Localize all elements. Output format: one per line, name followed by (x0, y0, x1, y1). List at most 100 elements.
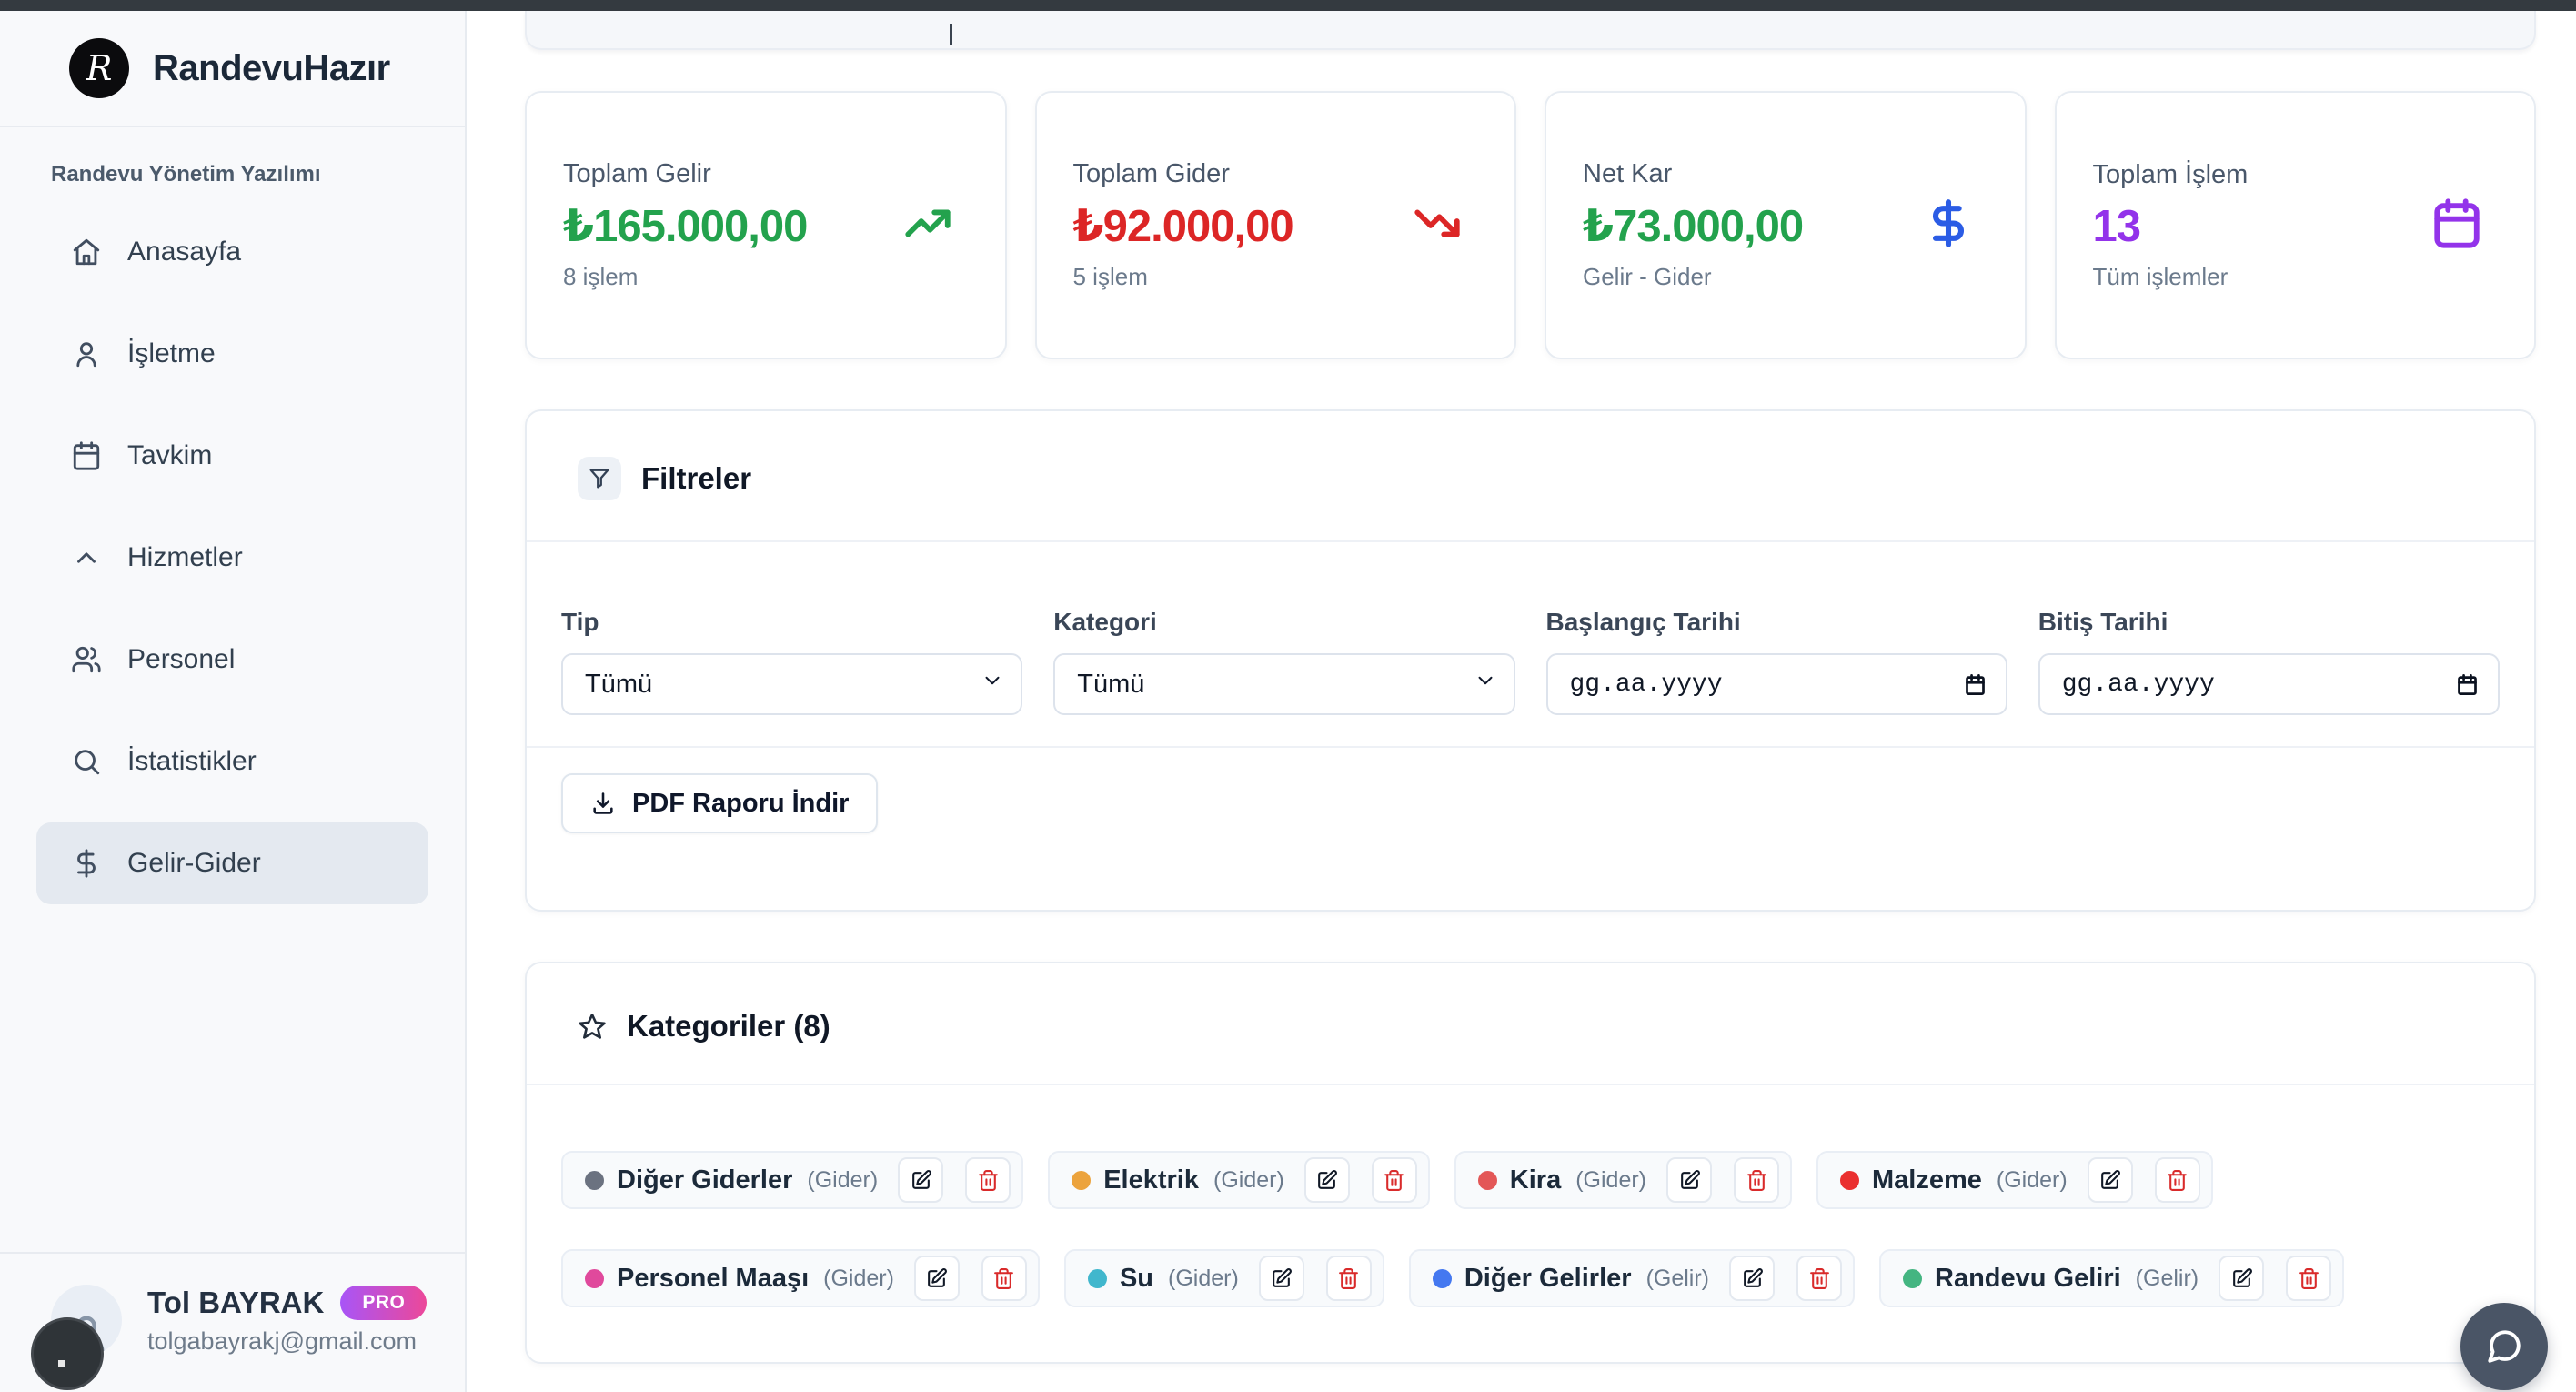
category-chip: Su (Gider) (1064, 1249, 1384, 1307)
delete-category-button[interactable] (2155, 1157, 2200, 1203)
home-icon (71, 237, 102, 267)
category-color-dot (1088, 1269, 1107, 1288)
category-chip: Malzeme (Gider) (1816, 1151, 2213, 1209)
date-picker-icon[interactable] (2455, 672, 2480, 697)
pdf-download-button[interactable]: PDF Raporu İndir (561, 773, 878, 833)
sidebar-item-anasayfa[interactable]: Anasayfa (36, 211, 428, 293)
edit-icon (2230, 1267, 2253, 1290)
user-box: Tol BAYRAK PRO tolgabayrakj@gmail.com (0, 1252, 465, 1392)
end-date-placeholder: gg.aa.yyyy (2062, 671, 2215, 699)
delete-category-button[interactable] (2286, 1256, 2331, 1301)
edit-category-button[interactable] (1729, 1256, 1775, 1301)
sidebar-item-isletme[interactable]: İşletme (36, 313, 428, 395)
edit-category-button[interactable] (1304, 1157, 1350, 1203)
sidebar-item-tavkim[interactable]: Tavkim (36, 415, 428, 497)
user-name: Tol BAYRAK (147, 1286, 324, 1320)
scrolled-card-remnant (525, 11, 2536, 50)
sidebar-item-label: İstatistikler (127, 746, 257, 777)
sidebar-item-hizmetler[interactable]: Hizmetler (36, 517, 428, 599)
delete-category-button[interactable] (981, 1256, 1027, 1301)
category-color-dot (585, 1269, 604, 1288)
kategori-select[interactable]: Tümü (1053, 653, 1514, 715)
tip-select[interactable]: Tümü (561, 653, 1022, 715)
top-dark-bar (0, 0, 2576, 11)
chevron-up-icon (71, 542, 102, 573)
category-type: (Gelir) (2136, 1266, 2199, 1292)
sidebar-item-gelir-gider[interactable]: Gelir-Gider (36, 822, 428, 904)
edit-category-button[interactable] (914, 1256, 960, 1301)
category-type: (Gider) (1997, 1167, 2068, 1194)
tip-label: Tip (561, 608, 1022, 637)
sidebar-item-personel[interactable]: Personel (36, 619, 428, 701)
stat-card-toplam-islem: Toplam İşlem 13 Tüm işlemler (2055, 91, 2537, 359)
delete-category-button[interactable] (1372, 1157, 1417, 1203)
stat-label: Toplam Gider (1073, 159, 1515, 189)
category-name: Elektrik (1103, 1165, 1199, 1195)
edit-category-button[interactable] (898, 1157, 943, 1203)
category-color-dot (1840, 1171, 1859, 1190)
sidebar-item-label: Gelir-Gider (127, 848, 261, 879)
chat-bubble-button[interactable] (2460, 1303, 2548, 1390)
category-chip: Personel Maaşı (Gider) (561, 1249, 1040, 1307)
category-type: (Gider) (807, 1167, 878, 1194)
category-color-dot (1072, 1171, 1091, 1190)
sidebar-item-label: Personel (127, 644, 235, 675)
dollar-icon (71, 848, 102, 879)
stat-card-toplam-gider: Toplam Gider ₺92.000,00 5 işlem (1035, 91, 1517, 359)
categories-panel: Kategoriler (8) Diğer Giderler (Gider) E… (525, 962, 2536, 1364)
category-chip: Kira (Gider) (1454, 1151, 1792, 1209)
end-date-input[interactable]: gg.aa.yyyy (2038, 653, 2500, 715)
edit-category-button[interactable] (1259, 1256, 1304, 1301)
stat-sub: 8 işlem (563, 263, 1005, 291)
category-chip: Diğer Gelirler (Gelir) (1409, 1249, 1855, 1307)
start-date-placeholder: gg.aa.yyyy (1570, 671, 1723, 699)
category-chip: Diğer Giderler (Gider) (561, 1151, 1023, 1209)
delete-category-button[interactable] (965, 1157, 1011, 1203)
delete-category-button[interactable] (1734, 1157, 1779, 1203)
sidebar-item-istatistikler[interactable]: İstatistikler (36, 721, 428, 802)
date-picker-icon[interactable] (1963, 672, 1987, 697)
stat-label: Toplam İşlem (2093, 160, 2535, 190)
category-color-dot (1433, 1269, 1452, 1288)
kategori-label: Kategori (1053, 608, 1514, 637)
category-name: Su (1120, 1264, 1153, 1294)
trending-down-icon (1411, 197, 1464, 254)
app-window: R RandevuHazır Randevu Yönetim Yazılımı … (0, 0, 2576, 1392)
category-chip: Elektrik (Gider) (1048, 1151, 1430, 1209)
sidebar-item-label: İşletme (127, 338, 216, 369)
chevron-down-icon (1474, 669, 1497, 700)
category-name: Randevu Geliri (1935, 1264, 2121, 1294)
cursor-overlay (31, 1317, 104, 1390)
edit-category-button[interactable] (1666, 1157, 1712, 1203)
edit-icon (1270, 1267, 1293, 1290)
trash-icon (1808, 1267, 1831, 1290)
delete-category-button[interactable] (1326, 1256, 1372, 1301)
stat-card-net-kar: Net Kar ₺73.000,00 Gelir - Gider (1545, 91, 2027, 359)
edit-category-button[interactable] (2219, 1256, 2264, 1301)
filter-icon-box (578, 457, 621, 500)
stat-label: Net Kar (1583, 159, 2025, 189)
text-cursor-artifact (950, 24, 952, 45)
user-email: tolgabayrakj@gmail.com (147, 1327, 427, 1356)
category-name: Kira (1510, 1165, 1561, 1195)
edit-category-button[interactable] (2088, 1157, 2133, 1203)
start-date-label: Başlangıç Tarihi (1546, 608, 2007, 637)
star-icon (578, 1012, 607, 1041)
edit-icon (2098, 1169, 2121, 1192)
pro-badge: PRO (340, 1286, 427, 1320)
category-name: Diğer Gelirler (1464, 1264, 1632, 1294)
chevron-down-icon (981, 669, 1004, 700)
end-date-label: Bitiş Tarihi (2038, 608, 2500, 637)
edit-icon (910, 1169, 932, 1192)
sidebar-nav: Anasayfa İşletme Tavkim Hizmetler Person… (0, 211, 465, 924)
categories-title: Kategoriler (8) (627, 1009, 830, 1044)
delete-category-button[interactable] (1796, 1256, 1842, 1301)
sidebar: R RandevuHazır Randevu Yönetim Yazılımı … (0, 11, 467, 1392)
category-color-dot (1903, 1269, 1922, 1288)
category-type: (Gider) (823, 1266, 894, 1292)
dollar-icon (1923, 197, 1974, 253)
stats-row: Toplam Gelir ₺165.000,00 8 işlem Toplam … (525, 91, 2536, 359)
start-date-input[interactable]: gg.aa.yyyy (1546, 653, 2007, 715)
pdf-download-label: PDF Raporu İndir (632, 789, 849, 819)
category-type: (Gider) (1213, 1167, 1284, 1194)
